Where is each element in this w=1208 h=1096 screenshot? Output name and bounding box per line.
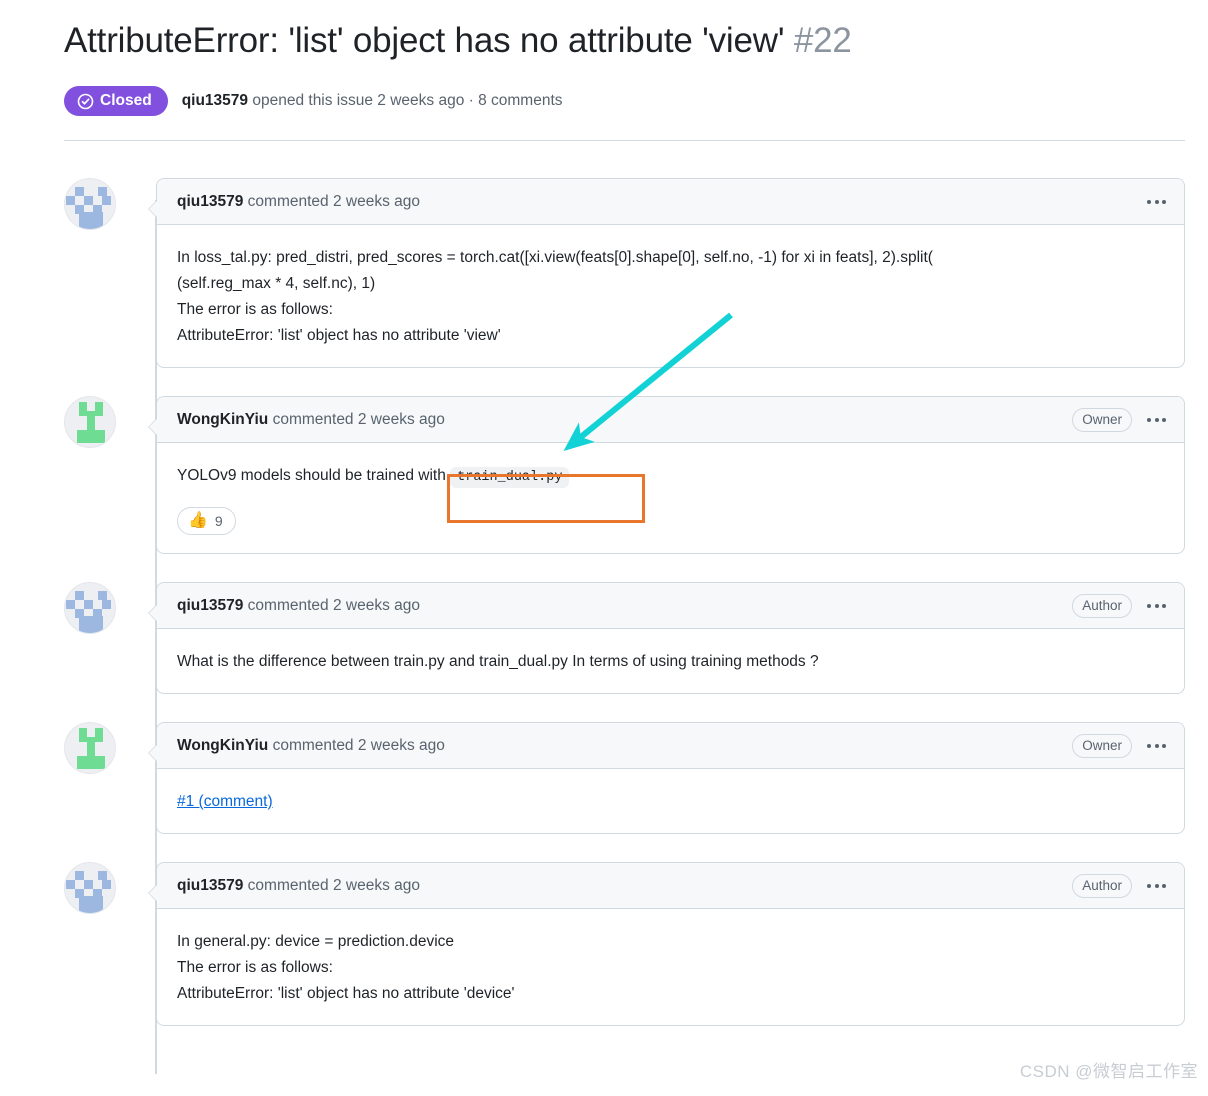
avatar[interactable] [64,396,116,448]
comment-body: #1 (comment) [157,769,1184,833]
comment-line: AttributeError: 'list' object has no att… [177,327,501,344]
comment-line: The error is as follows: [177,301,333,318]
comment-menu-button[interactable] [1145,740,1168,752]
comment-author[interactable]: WongKinYiu [177,737,268,754]
avatar[interactable] [64,582,116,634]
comment-line: What is the difference between train.py … [177,653,819,670]
reaction-count: 9 [214,513,223,529]
comment-body: In general.py: device = prediction.devic… [157,909,1184,1025]
comment-author-line: WongKinYiu commented 2 weeks ago [177,410,445,430]
comment-action: commented 2 weeks ago [243,192,420,210]
comment-box: WongKinYiu commented 2 weeks ago Owner Y… [148,396,1185,554]
page-title: AttributeError: 'list' object has no att… [64,18,1184,64]
comment-menu-button[interactable] [1145,600,1168,612]
timeline-comment: qiu13579 commented 2 weeks ago In loss_t… [64,178,1185,368]
thumbsup-icon: 👍 [188,512,208,529]
comment-action: commented 2 weeks ago [243,876,420,894]
reactions-bar: 👍 9 [177,507,1164,535]
comment-author[interactable]: qiu13579 [177,597,243,614]
comment-author-line: qiu13579 commented 2 weeks ago [177,192,420,212]
comment-menu-button[interactable] [1145,414,1168,426]
comment-box: qiu13579 commented 2 weeks ago Author Wh… [148,582,1185,694]
comment-author[interactable]: qiu13579 [177,193,243,210]
watermark: CSDN @微智启工作室 [1019,1062,1198,1081]
comment-author-line: qiu13579 commented 2 weeks ago [177,596,420,616]
avatar-wrap [64,582,156,694]
status-badge-label: Closed [100,92,152,109]
header-divider [64,140,1185,141]
avatar-wrap [64,722,156,834]
issue-number: #22 [793,21,852,60]
issue-title-text: AttributeError: 'list' object has no att… [64,21,785,60]
comment-action: commented 2 weeks ago [268,410,445,428]
comment-author[interactable]: WongKinYiu [177,411,268,428]
comment-reference-link[interactable]: #1 (comment) [177,793,273,810]
issue-author-link[interactable]: qiu13579 [182,92,248,109]
role-badge: Author [1072,593,1132,618]
reaction-thumbsup-button[interactable]: 👍 9 [177,507,236,535]
timeline-comment: WongKinYiu commented 2 weeks ago Owner #… [64,722,1185,834]
comment-line: In general.py: device = prediction.devic… [177,933,455,950]
comment-line: YOLOv9 models should be trained with tra… [177,463,1164,491]
timeline-comment: qiu13579 commented 2 weeks ago Author In… [64,862,1185,1026]
comment-action: commented 2 weeks ago [268,736,445,754]
comment-box: qiu13579 commented 2 weeks ago In loss_t… [148,178,1185,368]
issue-meta-action: opened this issue 2 weeks ago · 8 commen… [248,92,563,109]
role-badge: Owner [1072,407,1132,432]
comment-box: qiu13579 commented 2 weeks ago Author In… [148,862,1185,1026]
comment-header: WongKinYiu commented 2 weeks ago Owner [157,397,1184,443]
inline-code: train_dual.py [450,467,570,488]
comment-header: qiu13579 commented 2 weeks ago Author [157,583,1184,629]
comment-line: In loss_tal.py: pred_distri, pred_scores… [177,249,933,266]
comment-action: commented 2 weeks ago [243,596,420,614]
avatar-wrap [64,178,156,368]
comment-body: YOLOv9 models should be trained with tra… [157,443,1184,553]
avatar-wrap [64,396,156,554]
timeline-comment: WongKinYiu commented 2 weeks ago Owner Y… [64,396,1185,554]
comment-line: The error is as follows: [177,959,333,976]
timeline-comment: qiu13579 commented 2 weeks ago Author Wh… [64,582,1185,694]
comment-body: In loss_tal.py: pred_distri, pred_scores… [157,225,1184,367]
comment-line: (self.reg_max * 4, self.nc), 1) [177,275,376,292]
comment-menu-button[interactable] [1145,196,1168,208]
comment-header: qiu13579 commented 2 weeks ago Author [157,863,1184,909]
comment-author-line: WongKinYiu commented 2 weeks ago [177,736,445,756]
comment-menu-button[interactable] [1145,880,1168,892]
comment-author[interactable]: qiu13579 [177,877,243,894]
comment-line: #1 (comment) [177,789,1164,815]
avatar[interactable] [64,722,116,774]
avatar[interactable] [64,862,116,914]
comment-timeline: qiu13579 commented 2 weeks ago In loss_t… [64,178,1185,1074]
comment-line: AttributeError: 'list' object has no att… [177,985,515,1002]
issue-meta-text: qiu13579 opened this issue 2 weeks ago ·… [182,91,563,111]
role-badge: Owner [1072,733,1132,758]
status-badge[interactable]: Closed [64,86,168,116]
avatar[interactable] [64,178,116,230]
comment-box: WongKinYiu commented 2 weeks ago Owner #… [148,722,1185,834]
comment-body: What is the difference between train.py … [157,629,1184,693]
comment-text: YOLOv9 models should be trained with [177,467,451,484]
avatar-wrap [64,862,156,1026]
comment-header: WongKinYiu commented 2 weeks ago Owner [157,723,1184,769]
check-circle-icon [77,93,94,110]
role-badge: Author [1072,873,1132,898]
issue-page: AttributeError: 'list' object has no att… [0,0,1208,1096]
issue-meta-row: Closed qiu13579 opened this issue 2 week… [64,86,563,116]
comment-author-line: qiu13579 commented 2 weeks ago [177,876,420,896]
comment-header: qiu13579 commented 2 weeks ago [157,179,1184,225]
issue-header: AttributeError: 'list' object has no att… [64,18,1184,64]
